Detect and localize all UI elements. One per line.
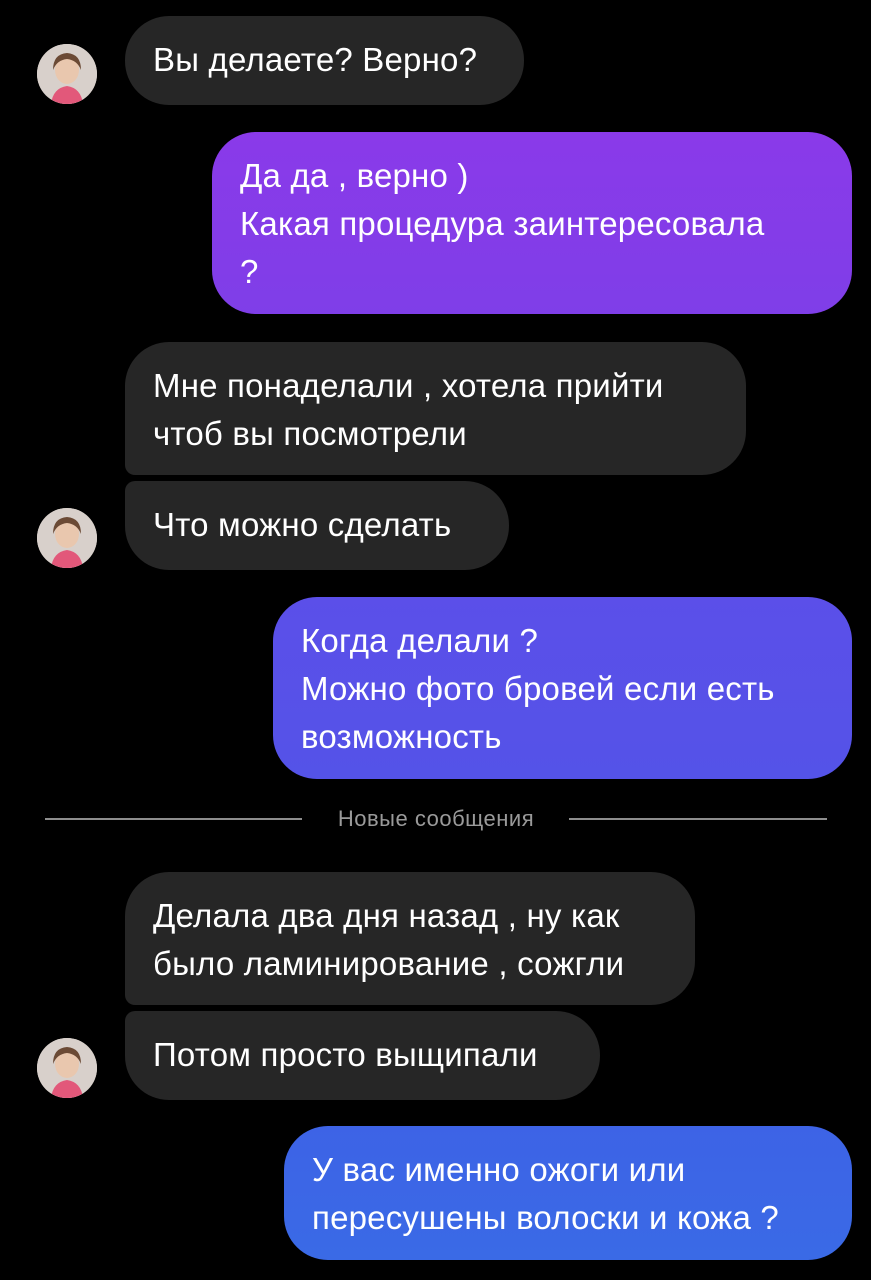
divider-line [569,818,827,820]
message-text: Что можно сделать [153,506,452,543]
message-text: Какая процедура заинтересовала [240,205,765,242]
contact-avatar[interactable] [37,44,97,104]
message-bubble-incoming[interactable]: Что можно сделать [125,481,509,570]
message-bubble-outgoing[interactable]: Когда делали ? Можно фото бровей если ес… [273,597,852,779]
message-text: пересушены волоски и кожа ? [312,1199,779,1236]
contact-avatar[interactable] [37,508,97,568]
message-bubble-incoming[interactable]: Потом просто выщипали [125,1011,600,1100]
message-bubble-incoming[interactable]: Делала два дня назад , ну как было ламин… [125,872,695,1005]
new-messages-divider: Новые сообщения [45,804,827,834]
message-text: Да да , верно ) [240,157,469,194]
message-text: чтоб вы посмотрели [153,415,467,452]
message-text: ? [240,253,259,290]
contact-avatar[interactable] [37,1038,97,1098]
message-bubble-incoming[interactable]: Вы делаете? Верно? [125,16,524,105]
message-text: Мне понаделали , хотела прийти [153,367,664,404]
message-bubble-incoming[interactable]: Мне понаделали , хотела прийти чтоб вы п… [125,342,746,475]
message-text: было ламинирование , сожгли [153,945,625,982]
message-text: Потом просто выщипали [153,1036,538,1073]
message-bubble-outgoing[interactable]: Да да , верно ) Какая процедура заинтере… [212,132,852,314]
message-text: Можно фото бровей если есть [301,670,775,707]
message-text: возможность [301,718,502,755]
message-bubble-outgoing[interactable]: У вас именно ожоги или пересушены волоск… [284,1126,852,1260]
message-text: У вас именно ожоги или [312,1151,686,1188]
message-text: Вы делаете? Верно? [153,41,478,78]
message-text: Делала два дня назад , ну как [153,897,620,934]
message-text: Когда делали ? [301,622,539,659]
